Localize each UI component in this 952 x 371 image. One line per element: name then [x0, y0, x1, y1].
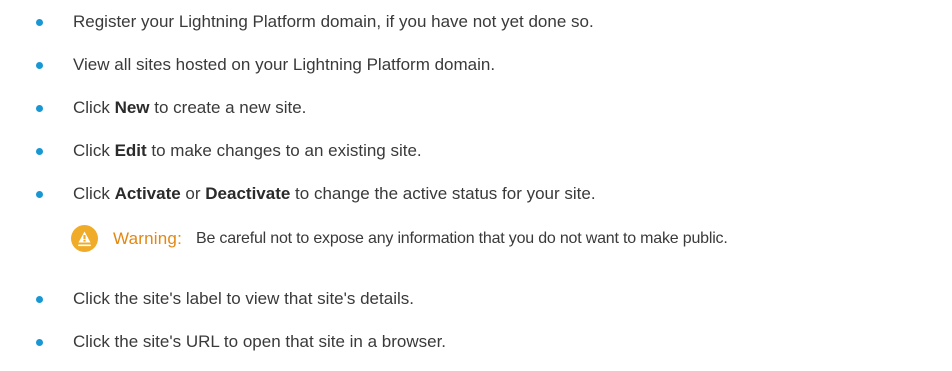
warning-text: Be careful not to expose any information… — [196, 230, 728, 247]
list-item-text: Click Edit to make changes to an existin… — [73, 141, 422, 160]
activate-keyword: Activate — [114, 184, 181, 203]
bullet-icon — [36, 148, 43, 155]
list-item-text: Click Activate or Deactivate to change t… — [73, 184, 596, 203]
bullet-icon — [36, 191, 43, 198]
deactivate-keyword: Deactivate — [205, 184, 291, 203]
bullet-icon — [36, 19, 43, 26]
bullet-icon — [36, 296, 43, 303]
warning-label: Warning: — [113, 229, 182, 248]
edit-keyword: Edit — [114, 141, 147, 160]
warning-icon — [71, 225, 98, 252]
bullet-icon — [36, 105, 43, 112]
new-keyword: New — [114, 98, 150, 117]
bullet-icon — [36, 62, 43, 69]
bullet-icon — [36, 339, 43, 346]
list-item-text: Click the site's URL to open that site i… — [73, 332, 447, 351]
list-item-text: Click New to create a new site. — [73, 98, 307, 117]
list-item-text: View all sites hosted on your Lightning … — [73, 55, 496, 74]
list-item-text: Click the site's label to view that site… — [73, 289, 414, 308]
list-item-text: Register your Lightning Platform domain,… — [73, 12, 594, 31]
